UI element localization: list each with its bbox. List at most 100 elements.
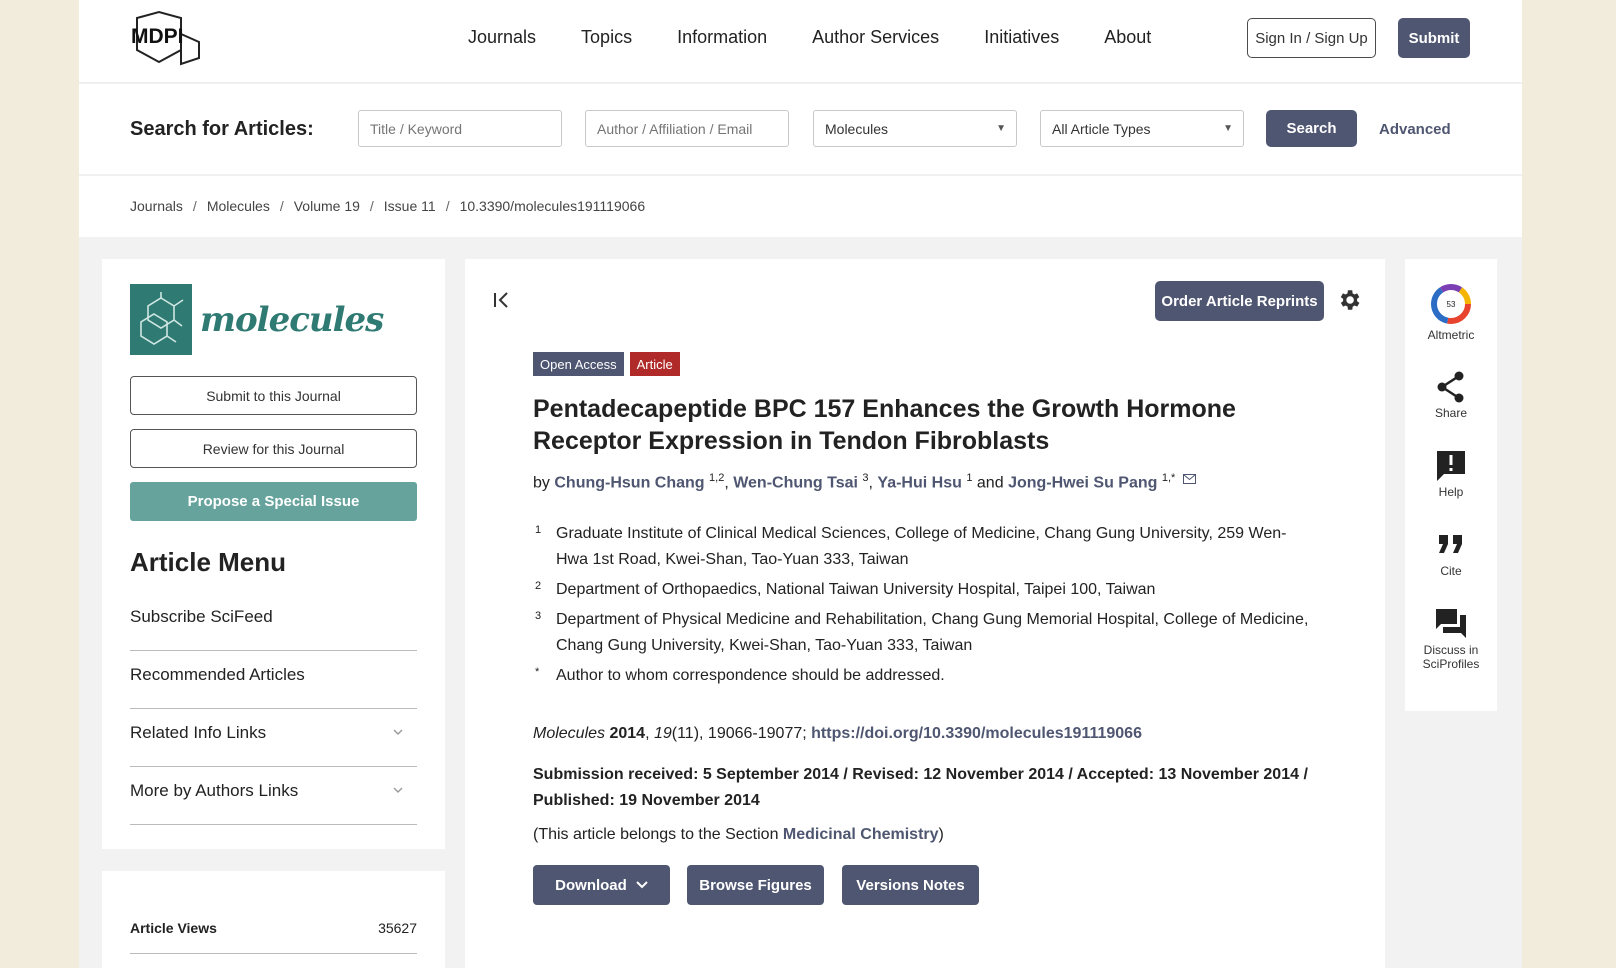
- discuss-label-line1: Discuss in: [1423, 643, 1479, 657]
- discuss-tool[interactable]: Discuss in SciProfiles: [1405, 608, 1497, 671]
- affiliation-item: 2 Department of Orthopaedics, National T…: [535, 577, 1315, 603]
- discuss-label-line2: SciProfiles: [1422, 657, 1480, 671]
- author-link[interactable]: Wen-Chung Tsai: [733, 474, 858, 491]
- affiliation-number: 1: [535, 524, 542, 536]
- menu-item-label: Related Info Links: [130, 723, 267, 742]
- title-keyword-input[interactable]: [358, 110, 562, 147]
- article-main: Order Article Reprints Open Access Artic…: [465, 259, 1385, 968]
- dropdown-arrow-icon: ▼: [996, 123, 1006, 134]
- breadcrumb-doi: 10.3390/molecules191119066: [459, 198, 646, 214]
- affiliation-text: Graduate Institute of Clinical Medical S…: [556, 525, 1287, 568]
- logo-text: MDPI: [131, 25, 184, 48]
- search-button[interactable]: Search: [1266, 110, 1357, 147]
- journal-select[interactable]: Molecules ▼: [813, 110, 1017, 147]
- affiliation-item: 1 Graduate Institute of Clinical Medical…: [535, 521, 1315, 573]
- author-affiliation-sup: 1,*: [1161, 472, 1176, 484]
- signin-button[interactable]: Sign In / Sign Up: [1247, 18, 1376, 58]
- journal-logo[interactable]: molecules: [130, 284, 384, 355]
- mdpi-logo[interactable]: MDPI: [129, 10, 205, 66]
- article-dates: Submission received: 5 September 2014 / …: [533, 766, 1308, 809]
- nav-initiatives[interactable]: Initiatives: [984, 27, 1059, 48]
- author-link[interactable]: Chung-Hsun Chang: [554, 474, 704, 491]
- menu-item-subscribe-scifeed[interactable]: Subscribe SciFeed: [130, 593, 417, 651]
- affiliation-number: *: [535, 666, 540, 678]
- top-header: MDPI Journals Topics Information Author …: [79, 0, 1522, 83]
- article-views-label: Article Views: [130, 920, 217, 936]
- article-title: Pentadecapeptide BPC 157 Enhances the Gr…: [533, 395, 1236, 455]
- altmetric-donut-icon: 53: [1431, 284, 1471, 324]
- breadcrumb-separator: /: [445, 198, 450, 214]
- chevron-down-icon: [393, 787, 403, 793]
- breadcrumb-separator: /: [279, 198, 284, 214]
- menu-item-related-info-links[interactable]: Related Info Links: [130, 709, 417, 767]
- breadcrumb-issue[interactable]: Issue 11: [384, 198, 436, 214]
- menu-item-label: Subscribe SciFeed: [130, 607, 273, 626]
- gear-icon[interactable]: [1336, 287, 1362, 313]
- nav-about[interactable]: About: [1104, 27, 1151, 48]
- nav-journals[interactable]: Journals: [468, 27, 536, 48]
- review-for-journal-button[interactable]: Review for this Journal: [130, 429, 417, 468]
- affiliation-item: 3 Department of Physical Medicine and Re…: [535, 607, 1315, 659]
- article-badges: Open Access Article: [533, 352, 680, 376]
- altmetric-label: Altmetric: [1427, 328, 1475, 342]
- help-label: Help: [1438, 485, 1464, 499]
- breadcrumb-journals[interactable]: Journals: [130, 198, 183, 214]
- cite-year: 2014: [609, 725, 646, 742]
- breadcrumb-volume[interactable]: Volume 19: [294, 198, 360, 214]
- help-tool[interactable]: Help: [1405, 450, 1497, 499]
- author-affiliation-input[interactable]: [585, 110, 789, 147]
- menu-item-recommended-articles[interactable]: Recommended Articles: [130, 651, 417, 709]
- author-link[interactable]: Ya-Hui Hsu: [877, 474, 961, 491]
- and-label: and: [976, 474, 1004, 492]
- article-type-badge: Article: [629, 352, 680, 376]
- breadcrumb-molecules[interactable]: Molecules: [207, 198, 270, 214]
- molecules-logo-icon: [130, 284, 192, 355]
- right-tool-rail: 53 Altmetric Share Help Cite Discuss in …: [1405, 259, 1497, 711]
- nav-topics[interactable]: Topics: [581, 27, 632, 48]
- affiliation-item: * Author to whom correspondence should b…: [535, 663, 1315, 689]
- menu-item-more-by-authors[interactable]: More by Authors Links: [130, 767, 417, 825]
- nav-author-services[interactable]: Author Services: [812, 27, 939, 48]
- advanced-search-link[interactable]: Advanced: [1379, 121, 1451, 138]
- article-metrics-card: Article Views 35627: [102, 871, 445, 968]
- article-menu-title: Article Menu: [130, 547, 287, 577]
- download-button[interactable]: Download: [533, 865, 670, 905]
- affiliation-text: Author to whom correspondence should be …: [556, 667, 945, 684]
- section-suffix: ): [938, 826, 944, 843]
- open-access-badge: Open Access: [533, 352, 624, 376]
- page: MDPI Journals Topics Information Author …: [79, 0, 1522, 968]
- submit-to-journal-button[interactable]: Submit to this Journal: [130, 376, 417, 415]
- article-type-value: All Article Types: [1052, 120, 1151, 137]
- cite-tool[interactable]: Cite: [1405, 529, 1497, 578]
- doi-link[interactable]: https://doi.org/10.3390/molecules1911190…: [811, 725, 1142, 742]
- article-type-select[interactable]: All Article Types ▼: [1040, 110, 1244, 147]
- cite-label: Cite: [1440, 564, 1462, 578]
- affiliations: 1 Graduate Institute of Clinical Medical…: [535, 521, 1315, 693]
- affiliation-text: Department of Orthopaedics, National Tai…: [556, 581, 1156, 598]
- menu-item-label: More by Authors Links: [130, 781, 299, 800]
- nav-information[interactable]: Information: [677, 27, 767, 48]
- altmetric-badge[interactable]: 53 Altmetric: [1405, 283, 1497, 342]
- section-prefix: (This article belongs to the Section: [533, 826, 779, 843]
- submit-button[interactable]: Submit: [1398, 18, 1470, 58]
- breadcrumb: Journals / Molecules / Volume 19 / Issue…: [79, 175, 1522, 237]
- share-tool[interactable]: Share: [1405, 371, 1497, 420]
- download-label: Download: [555, 876, 627, 894]
- search-label: Search for Articles:: [130, 118, 314, 140]
- propose-special-issue-button[interactable]: Propose a Special Issue: [130, 482, 417, 521]
- citation-line: Molecules 2014, 19(11), 19066-19077; htt…: [533, 725, 1142, 742]
- collapse-sidebar-icon[interactable]: [492, 290, 514, 310]
- chevron-down-icon: [393, 729, 403, 735]
- affiliation-number: 2: [535, 580, 542, 592]
- versions-notes-button[interactable]: Versions Notes: [842, 865, 979, 905]
- author-affiliation-sup: 3: [862, 472, 869, 484]
- journal-name: molecules: [200, 299, 384, 340]
- browse-figures-button[interactable]: Browse Figures: [687, 865, 824, 905]
- order-reprints-button[interactable]: Order Article Reprints: [1155, 281, 1324, 321]
- author-link[interactable]: Jong-Hwei Su Pang: [1008, 474, 1157, 491]
- section-link[interactable]: Medicinal Chemistry: [783, 826, 939, 843]
- author-affiliation-sup: 1,2: [709, 472, 725, 484]
- author-affiliation-sup: 1: [966, 472, 973, 484]
- email-icon[interactable]: [1182, 474, 1196, 485]
- discussion-icon: [1436, 609, 1466, 638]
